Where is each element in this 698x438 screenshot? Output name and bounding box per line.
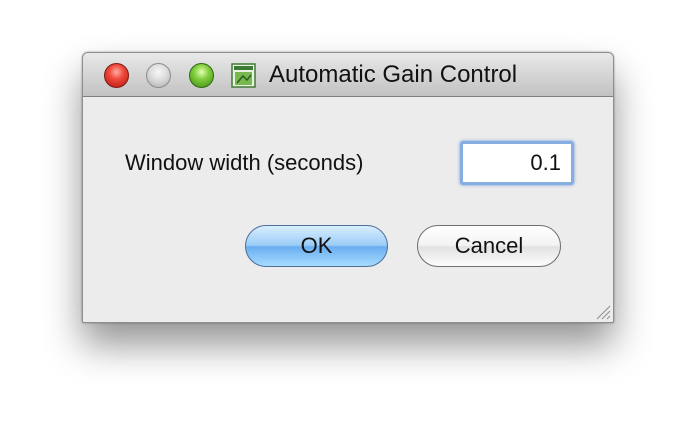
minimize-button[interactable] [146,63,171,88]
zoom-button[interactable] [189,63,214,88]
title-bar[interactable]: Automatic Gain Control [83,53,613,97]
window-width-input[interactable] [460,141,574,185]
ok-button[interactable]: OK [245,225,388,267]
window-title: Automatic Gain Control [269,61,518,88]
window-width-label: Window width (seconds) [125,150,364,175]
dialog-window: Automatic Gain Control Window width (sec… [82,52,614,323]
close-button[interactable] [104,63,129,88]
app-window-icon [231,63,256,88]
cancel-button[interactable]: Cancel [417,225,561,267]
resize-grip-icon[interactable] [593,302,611,320]
